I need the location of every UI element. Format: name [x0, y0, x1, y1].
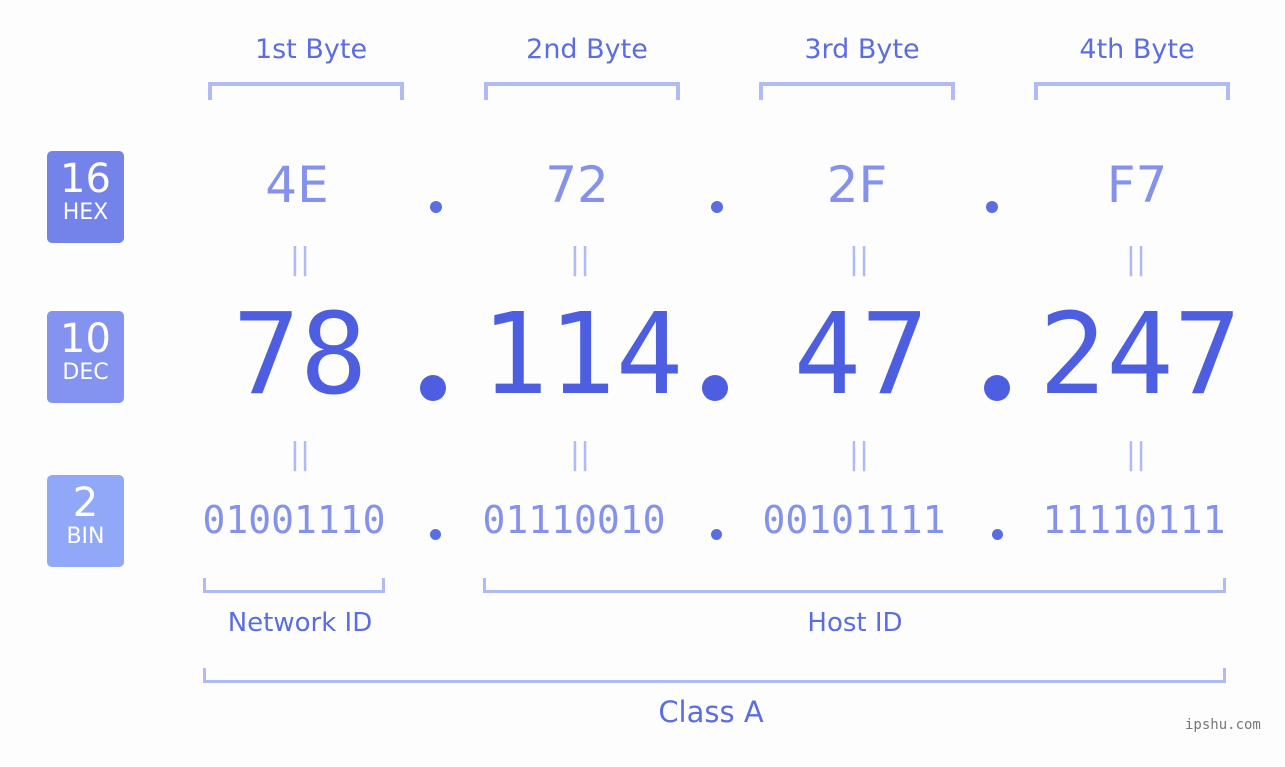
equals-sign: || [569, 437, 591, 472]
host-id-bracket [483, 578, 1226, 593]
dec-dot [420, 375, 446, 401]
hex-byte-3: 2F [826, 156, 888, 214]
hex-dot [986, 201, 998, 213]
hex-byte-2: 72 [545, 156, 609, 214]
bin-dot [992, 529, 1003, 540]
dec-dot [702, 375, 728, 401]
header-byte-2: 2nd Byte [526, 34, 648, 65]
bin-byte-1: 01001110 [202, 498, 386, 542]
header-byte-1: 1st Byte [254, 34, 368, 65]
equals-sign: || [848, 242, 870, 277]
equals-sign: || [289, 242, 311, 277]
hex-dot [430, 201, 442, 213]
bin-dot [711, 529, 722, 540]
host-id-label: Host ID [807, 608, 903, 638]
network-id-bracket [203, 578, 385, 593]
bin-badge: 2 BIN [47, 475, 124, 567]
dec-badge-label: DEC [62, 360, 109, 385]
hex-badge: 16 HEX [47, 151, 124, 243]
dec-byte-2: 114 [480, 290, 684, 420]
class-bracket [203, 668, 1226, 683]
class-label: Class A [658, 695, 764, 729]
bracket-byte-2 [484, 82, 680, 100]
hex-dot [711, 201, 723, 213]
equals-sign: || [848, 437, 870, 472]
equals-sign: || [1125, 437, 1147, 472]
equals-sign: || [289, 437, 311, 472]
bin-dot [430, 529, 441, 540]
dec-badge-number: 10 [60, 316, 111, 362]
dec-byte-3: 47 [793, 290, 929, 420]
bin-badge-label: BIN [66, 524, 105, 549]
bin-byte-4: 11110111 [1042, 498, 1226, 542]
dec-badge: 10 DEC [47, 311, 124, 403]
bracket-byte-3 [759, 82, 955, 100]
bin-badge-number: 2 [72, 480, 99, 526]
dec-dot [984, 375, 1010, 401]
dec-byte-4: 247 [1038, 290, 1242, 420]
watermark: ipshu.com [1185, 717, 1261, 733]
bracket-byte-1 [208, 82, 404, 100]
hex-byte-4: F7 [1106, 156, 1168, 214]
bin-byte-3: 00101111 [762, 498, 946, 542]
header-byte-3: 3rd Byte [804, 34, 920, 65]
network-id-label: Network ID [227, 608, 373, 638]
bracket-byte-4 [1034, 82, 1230, 100]
hex-byte-1: 4E [265, 156, 329, 214]
bin-byte-2: 01110010 [482, 498, 666, 542]
hex-badge-number: 16 [60, 156, 111, 202]
header-byte-4: 4th Byte [1079, 34, 1195, 65]
hex-badge-label: HEX [62, 200, 109, 225]
dec-byte-1: 78 [232, 290, 368, 420]
equals-sign: || [569, 242, 591, 277]
equals-sign: || [1125, 242, 1147, 277]
